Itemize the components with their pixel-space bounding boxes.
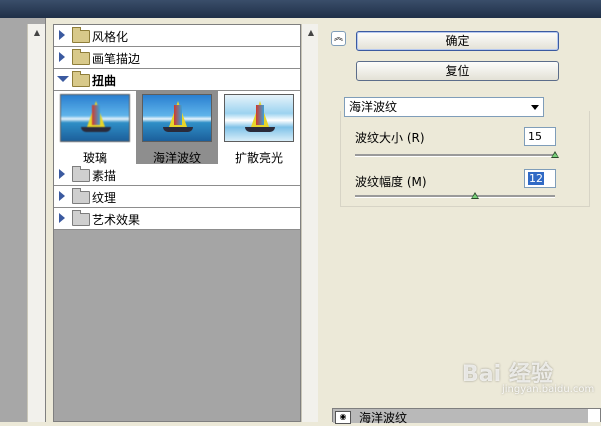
filter-gallery: 风格化 画笔描边 扭曲 玻璃 海洋波纹 扩散亮光 素描 纹理 艺术效果	[53, 24, 301, 422]
category-texture[interactable]: 纹理	[54, 186, 300, 208]
watermark-subtext: jingyan.baidu.com	[502, 384, 595, 395]
ripple-size-hotkey: (R)	[406, 131, 425, 145]
thumbnail-image	[142, 94, 212, 142]
baidu-jingyan-watermark: Bai 经验 jingyan.baidu.com	[462, 356, 594, 395]
ok-button[interactable]: 确定	[356, 31, 559, 51]
folder-icon	[72, 27, 90, 43]
expand-arrow-icon[interactable]	[59, 30, 65, 40]
category-label: 素描	[92, 169, 117, 183]
category-stylize[interactable]: 风格化	[54, 25, 300, 47]
gallery-empty-area	[54, 230, 300, 421]
expand-arrow-icon[interactable]	[59, 169, 65, 179]
ripple-magnitude-label: 波纹幅度 (M)	[355, 173, 427, 190]
ripple-size-slider[interactable]	[355, 151, 559, 158]
folder-icon	[72, 49, 90, 65]
category-label: 艺术效果	[92, 213, 141, 227]
effect-layer-name: 海洋波纹	[359, 411, 408, 425]
reset-button[interactable]: 复位	[356, 61, 559, 81]
expand-arrow-icon[interactable]	[59, 191, 65, 201]
preview-scrollbar[interactable]: ▲	[27, 24, 45, 422]
category-sketch[interactable]: 素描	[54, 164, 300, 186]
filter-select-value: 海洋波纹	[349, 100, 398, 114]
ripple-size-input[interactable]: 15	[524, 127, 556, 146]
ripple-size-label: 波纹大小 (R)	[355, 129, 425, 146]
filter-select[interactable]: 海洋波纹	[344, 97, 544, 117]
folder-icon	[72, 166, 90, 182]
category-label: 纹理	[92, 191, 117, 205]
filter-thumb-diffuse-glow[interactable]: 扩散亮光	[218, 91, 300, 175]
thumbnail-image	[60, 94, 130, 142]
category-label: 风格化	[92, 30, 129, 44]
eye-icon[interactable]: ◉	[335, 411, 351, 424]
ripple-size-value: 15	[528, 130, 542, 143]
ripple-magnitude-hotkey: (M)	[406, 175, 427, 189]
collapse-arrow-icon[interactable]	[57, 76, 69, 82]
collapse-gallery-icon[interactable]: ︽	[331, 31, 346, 46]
ripple-magnitude-slider-thumb[interactable]	[471, 192, 479, 199]
effect-layer-row[interactable]: ◉ 海洋波纹	[333, 409, 588, 425]
expand-arrow-icon[interactable]	[59, 52, 65, 62]
category-artistic[interactable]: 艺术效果	[54, 208, 300, 230]
category-label: 画笔描边	[92, 52, 141, 66]
ripple-magnitude-value: 12	[528, 172, 544, 185]
ripple-size-slider-thumb[interactable]	[551, 151, 559, 158]
expand-arrow-icon[interactable]	[59, 213, 65, 223]
params-group	[340, 111, 590, 207]
effect-layer-list: ◉ 海洋波纹	[332, 408, 601, 425]
folder-icon	[72, 188, 90, 204]
filter-thumb-ocean-ripple[interactable]: 海洋波纹	[136, 91, 218, 175]
gallery-scrollbar[interactable]: ▲	[301, 24, 318, 422]
category-brush-strokes[interactable]: 画笔描边	[54, 47, 300, 69]
ripple-size-text: 波纹大小	[355, 131, 404, 145]
ripple-magnitude-input[interactable]: 12	[524, 169, 556, 188]
scroll-up-icon[interactable]: ▲	[305, 28, 317, 38]
category-distort[interactable]: 扭曲	[54, 69, 300, 91]
folder-open-icon	[72, 71, 90, 87]
scroll-up-icon[interactable]: ▲	[31, 28, 43, 38]
category-label: 扭曲	[92, 74, 117, 88]
folder-icon	[72, 210, 90, 226]
ripple-magnitude-slider[interactable]	[355, 192, 555, 199]
ripple-magnitude-text: 波纹幅度	[355, 175, 404, 189]
title-bar	[0, 0, 601, 18]
thumbnail-image	[224, 94, 294, 142]
chevron-down-icon[interactable]	[531, 105, 539, 110]
filter-thumb-glass[interactable]: 玻璃	[54, 91, 136, 175]
